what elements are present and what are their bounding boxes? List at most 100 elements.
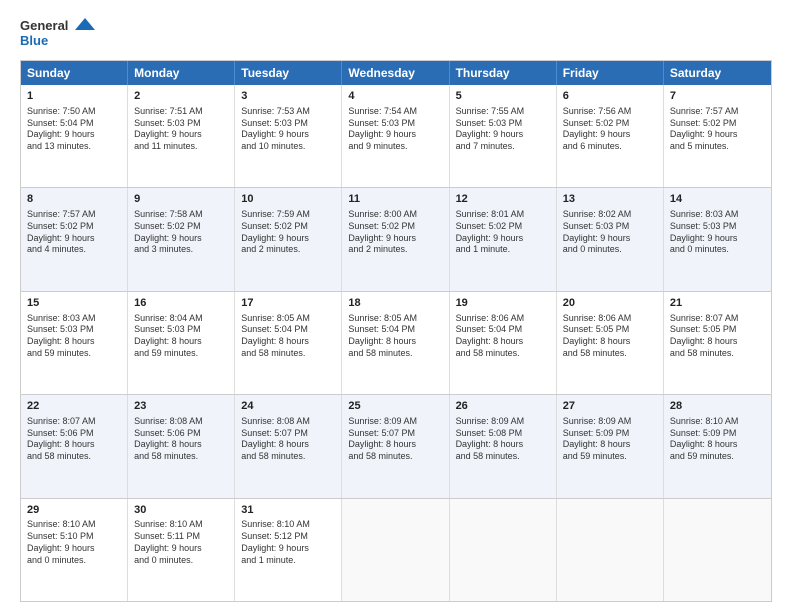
day-number: 19 bbox=[456, 296, 550, 311]
cell-line: Daylight: 9 hours bbox=[27, 543, 121, 555]
day-number: 21 bbox=[670, 296, 765, 311]
header-day-monday: Monday bbox=[128, 61, 235, 85]
day-number: 23 bbox=[134, 399, 228, 414]
day-number: 24 bbox=[241, 399, 335, 414]
day-number: 7 bbox=[670, 89, 765, 104]
cell-line: Daylight: 9 hours bbox=[456, 129, 550, 141]
cell-line: Sunset: 5:03 PM bbox=[134, 324, 228, 336]
cell-line: Daylight: 8 hours bbox=[134, 439, 228, 451]
day-cell-8: 8Sunrise: 7:57 AMSunset: 5:02 PMDaylight… bbox=[21, 188, 128, 290]
logo-svg: General Blue bbox=[20, 16, 100, 52]
cell-line: and 58 minutes. bbox=[670, 348, 765, 360]
day-number: 31 bbox=[241, 503, 335, 518]
day-number: 6 bbox=[563, 89, 657, 104]
cell-line: Sunset: 5:10 PM bbox=[27, 531, 121, 543]
cell-line: Sunrise: 8:04 AM bbox=[134, 313, 228, 325]
cell-line: Daylight: 8 hours bbox=[670, 336, 765, 348]
cell-line: and 58 minutes. bbox=[348, 348, 442, 360]
cell-line: Daylight: 8 hours bbox=[134, 336, 228, 348]
cell-line: Daylight: 9 hours bbox=[241, 233, 335, 245]
day-cell-12: 12Sunrise: 8:01 AMSunset: 5:02 PMDayligh… bbox=[450, 188, 557, 290]
cell-line: Sunrise: 8:01 AM bbox=[456, 209, 550, 221]
cell-line: and 2 minutes. bbox=[241, 244, 335, 256]
cell-line: Sunset: 5:12 PM bbox=[241, 531, 335, 543]
cell-line: Daylight: 9 hours bbox=[563, 233, 657, 245]
cell-line: Daylight: 8 hours bbox=[670, 439, 765, 451]
cell-line: Sunset: 5:04 PM bbox=[27, 118, 121, 130]
cell-line: Sunrise: 8:09 AM bbox=[456, 416, 550, 428]
cell-line: and 59 minutes. bbox=[134, 348, 228, 360]
calendar-row-4: 22Sunrise: 8:07 AMSunset: 5:06 PMDayligh… bbox=[21, 394, 771, 497]
calendar-row-3: 15Sunrise: 8:03 AMSunset: 5:03 PMDayligh… bbox=[21, 291, 771, 394]
empty-cell bbox=[557, 499, 664, 601]
day-cell-25: 25Sunrise: 8:09 AMSunset: 5:07 PMDayligh… bbox=[342, 395, 449, 497]
cell-line: Sunrise: 8:10 AM bbox=[241, 519, 335, 531]
cell-line: and 13 minutes. bbox=[27, 141, 121, 153]
day-number: 1 bbox=[27, 89, 121, 104]
day-number: 11 bbox=[348, 192, 442, 207]
cell-line: Sunset: 5:05 PM bbox=[670, 324, 765, 336]
cell-line: and 58 minutes. bbox=[563, 348, 657, 360]
day-number: 2 bbox=[134, 89, 228, 104]
cell-line: and 58 minutes. bbox=[134, 451, 228, 463]
cell-line: Sunset: 5:02 PM bbox=[27, 221, 121, 233]
cell-line: and 1 minute. bbox=[241, 555, 335, 567]
cell-line: Daylight: 9 hours bbox=[348, 233, 442, 245]
cell-line: Daylight: 8 hours bbox=[27, 439, 121, 451]
cell-line: Sunset: 5:03 PM bbox=[241, 118, 335, 130]
cell-line: Sunset: 5:03 PM bbox=[563, 221, 657, 233]
cell-line: Daylight: 9 hours bbox=[670, 233, 765, 245]
header-day-sunday: Sunday bbox=[21, 61, 128, 85]
cell-line: and 1 minute. bbox=[456, 244, 550, 256]
cell-line: Sunset: 5:02 PM bbox=[563, 118, 657, 130]
cell-line: and 0 minutes. bbox=[670, 244, 765, 256]
day-number: 26 bbox=[456, 399, 550, 414]
day-cell-3: 3Sunrise: 7:53 AMSunset: 5:03 PMDaylight… bbox=[235, 85, 342, 187]
cell-line: Sunrise: 8:07 AM bbox=[27, 416, 121, 428]
cell-line: and 58 minutes. bbox=[456, 451, 550, 463]
day-cell-17: 17Sunrise: 8:05 AMSunset: 5:04 PMDayligh… bbox=[235, 292, 342, 394]
cell-line: Sunset: 5:05 PM bbox=[563, 324, 657, 336]
day-cell-11: 11Sunrise: 8:00 AMSunset: 5:02 PMDayligh… bbox=[342, 188, 449, 290]
cell-line: Daylight: 9 hours bbox=[241, 543, 335, 555]
day-number: 27 bbox=[563, 399, 657, 414]
empty-cell bbox=[342, 499, 449, 601]
cell-line: Sunrise: 7:57 AM bbox=[670, 106, 765, 118]
cell-line: Sunset: 5:04 PM bbox=[456, 324, 550, 336]
calendar-row-5: 29Sunrise: 8:10 AMSunset: 5:10 PMDayligh… bbox=[21, 498, 771, 601]
cell-line: and 6 minutes. bbox=[563, 141, 657, 153]
cell-line: Sunrise: 7:56 AM bbox=[563, 106, 657, 118]
cell-line: Sunset: 5:03 PM bbox=[134, 118, 228, 130]
cell-line: and 10 minutes. bbox=[241, 141, 335, 153]
cell-line: Sunrise: 8:07 AM bbox=[670, 313, 765, 325]
day-number: 4 bbox=[348, 89, 442, 104]
cell-line: and 7 minutes. bbox=[456, 141, 550, 153]
cell-line: Daylight: 9 hours bbox=[134, 233, 228, 245]
day-cell-7: 7Sunrise: 7:57 AMSunset: 5:02 PMDaylight… bbox=[664, 85, 771, 187]
day-cell-2: 2Sunrise: 7:51 AMSunset: 5:03 PMDaylight… bbox=[128, 85, 235, 187]
header-day-saturday: Saturday bbox=[664, 61, 771, 85]
logo: General Blue bbox=[20, 16, 100, 52]
cell-line: Sunset: 5:03 PM bbox=[348, 118, 442, 130]
cell-line: Daylight: 9 hours bbox=[134, 543, 228, 555]
cell-line: Sunrise: 8:03 AM bbox=[670, 209, 765, 221]
cell-line: Daylight: 9 hours bbox=[670, 129, 765, 141]
cell-line: Sunset: 5:07 PM bbox=[348, 428, 442, 440]
day-number: 10 bbox=[241, 192, 335, 207]
day-cell-21: 21 Sunrise: 8:07 AMSunset: 5:05 PMDayligh… bbox=[664, 292, 771, 394]
cell-line: Sunset: 5:06 PM bbox=[134, 428, 228, 440]
day-cell-4: 4Sunrise: 7:54 AMSunset: 5:03 PMDaylight… bbox=[342, 85, 449, 187]
header-day-tuesday: Tuesday bbox=[235, 61, 342, 85]
day-number: 15 bbox=[27, 296, 121, 311]
day-number: 17 bbox=[241, 296, 335, 311]
cell-line: Sunrise: 7:58 AM bbox=[134, 209, 228, 221]
cell-line: Sunrise: 8:08 AM bbox=[241, 416, 335, 428]
cell-line: and 4 minutes. bbox=[27, 244, 121, 256]
day-cell-29: 29Sunrise: 8:10 AMSunset: 5:10 PMDayligh… bbox=[21, 499, 128, 601]
day-cell-16: 16Sunrise: 8:04 AMSunset: 5:03 PMDayligh… bbox=[128, 292, 235, 394]
cell-line: Sunset: 5:02 PM bbox=[348, 221, 442, 233]
cell-line: Sunrise: 8:09 AM bbox=[563, 416, 657, 428]
cell-line: and 5 minutes. bbox=[670, 141, 765, 153]
header-day-thursday: Thursday bbox=[450, 61, 557, 85]
cell-line: Daylight: 9 hours bbox=[134, 129, 228, 141]
